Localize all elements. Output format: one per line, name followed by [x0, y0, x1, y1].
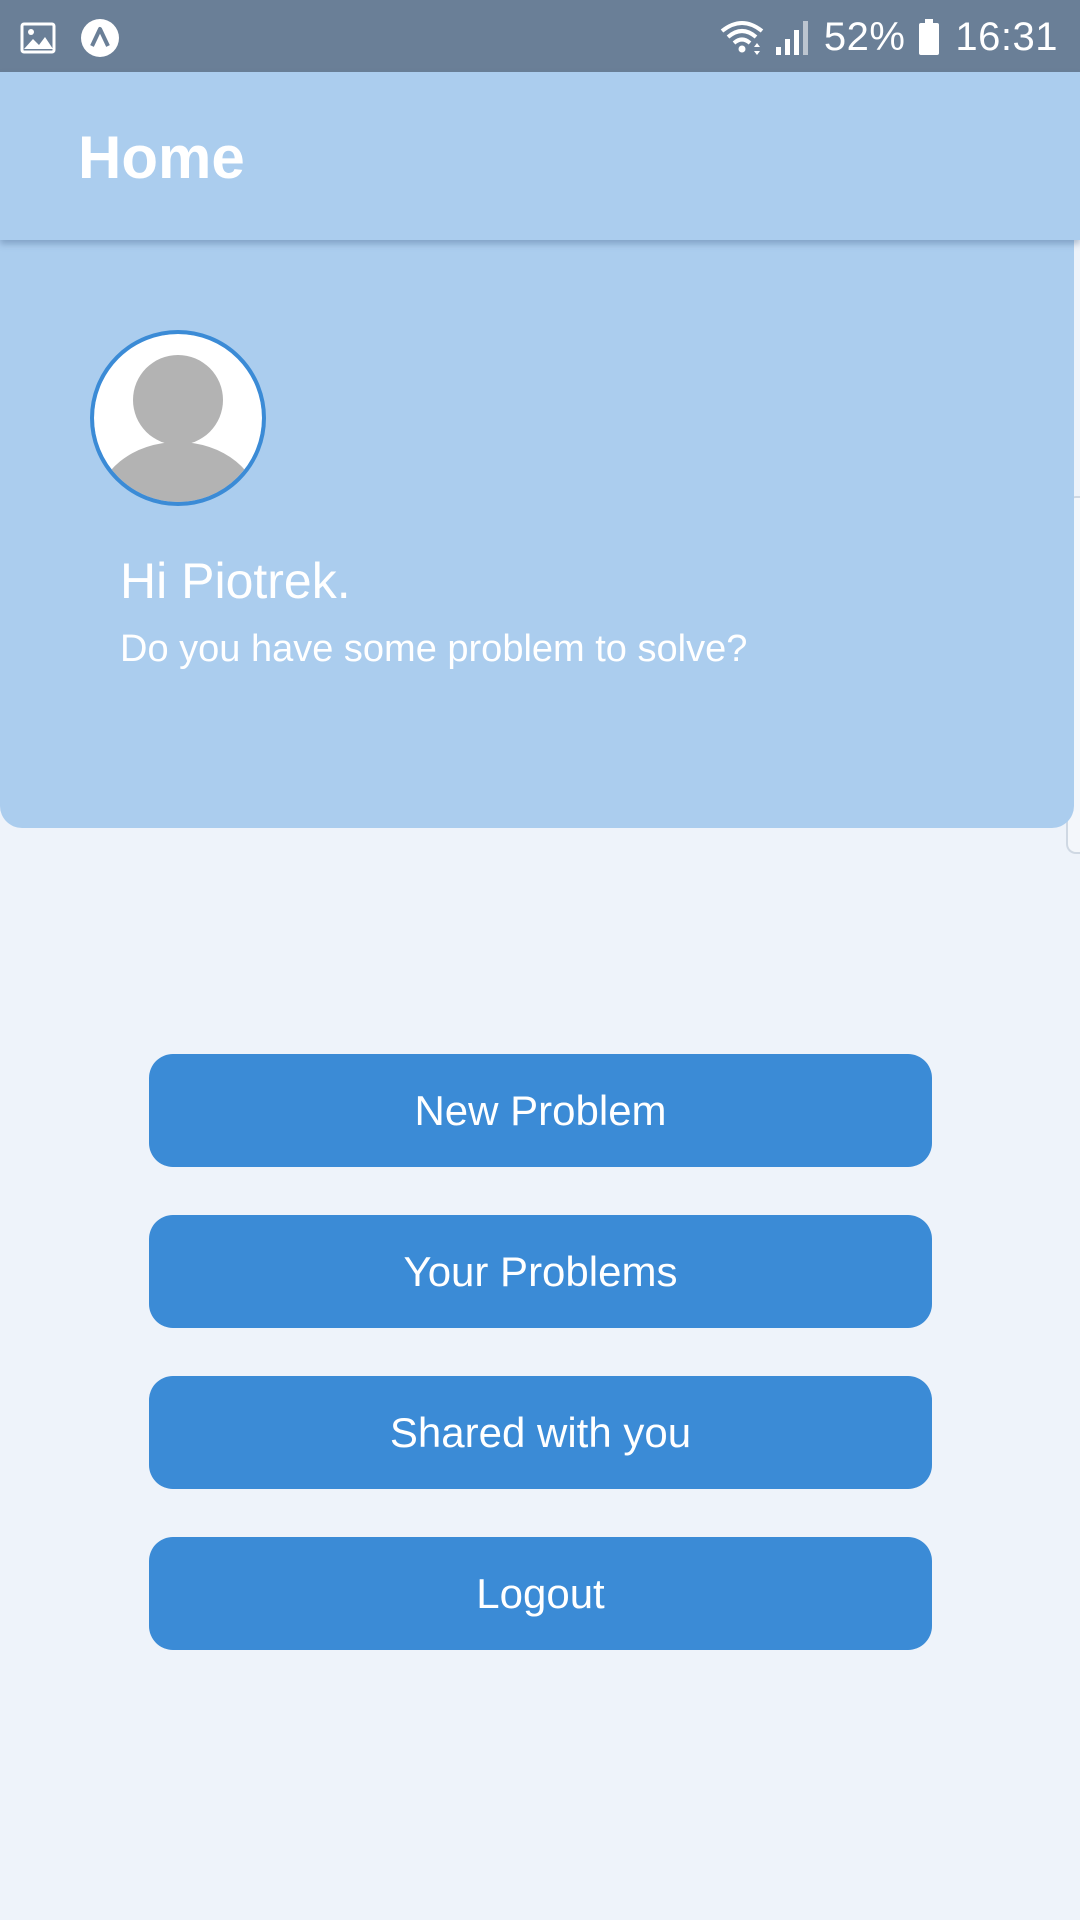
- avatar-placeholder-icon: [90, 330, 266, 506]
- battery-percent: 52%: [823, 14, 906, 59]
- status-bar-right: 52% 16:31: [718, 10, 1058, 64]
- shared-with-you-button[interactable]: Shared with you: [149, 1376, 932, 1489]
- greeting-subtitle: Do you have some problem to solve?: [120, 628, 748, 670]
- home-screen: 52% 16:31 Home Hi Piotrek. Do you have s…: [0, 0, 1080, 1920]
- status-bar: 52% 16:31: [0, 0, 1080, 72]
- status-time: 16:31: [955, 14, 1058, 59]
- new-problem-button[interactable]: New Problem: [149, 1054, 932, 1167]
- logout-button[interactable]: Logout: [149, 1537, 932, 1650]
- page-title: Home: [78, 124, 245, 191]
- signal-icon: [775, 21, 808, 55]
- app-bar: Home: [0, 72, 1080, 240]
- wifi-icon: [720, 21, 764, 55]
- greeting-text: Hi Piotrek.: [120, 553, 351, 609]
- gallery-icon: [20, 22, 56, 54]
- status-bar-left: [20, 18, 144, 58]
- your-problems-button[interactable]: Your Problems: [149, 1215, 932, 1328]
- app-notification-icon: [81, 19, 119, 57]
- profile-card: Hi Piotrek. Do you have some problem to …: [0, 240, 1074, 828]
- battery-icon: [919, 19, 940, 55]
